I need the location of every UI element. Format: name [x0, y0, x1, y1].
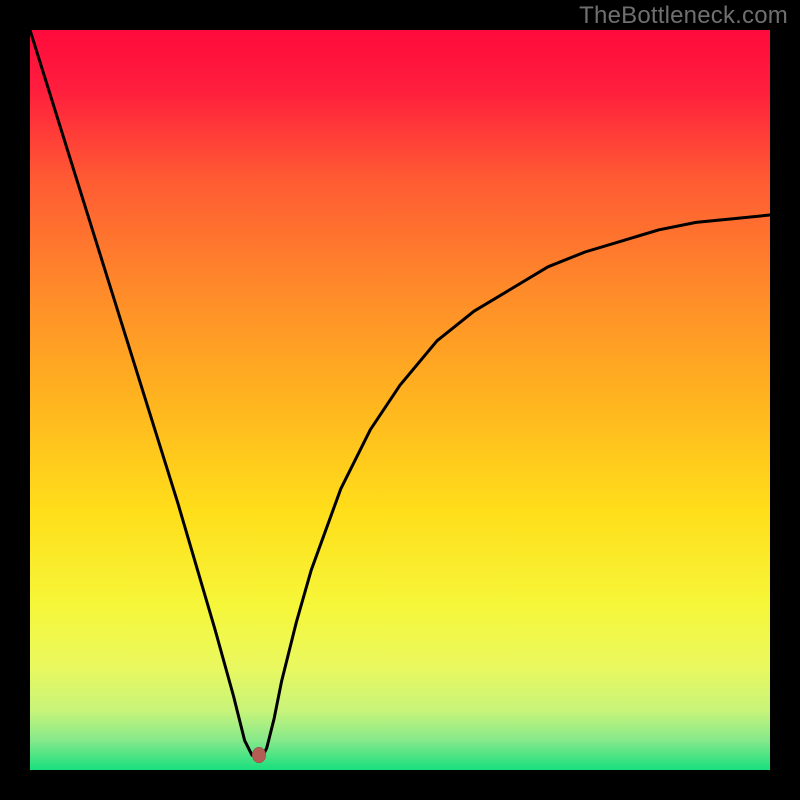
plot-area	[30, 30, 770, 770]
minimum-marker	[252, 747, 266, 763]
plot-svg	[30, 30, 770, 770]
gradient-background	[30, 30, 770, 770]
watermark-text: TheBottleneck.com	[579, 2, 788, 30]
chart-container: TheBottleneck.com	[0, 0, 800, 800]
